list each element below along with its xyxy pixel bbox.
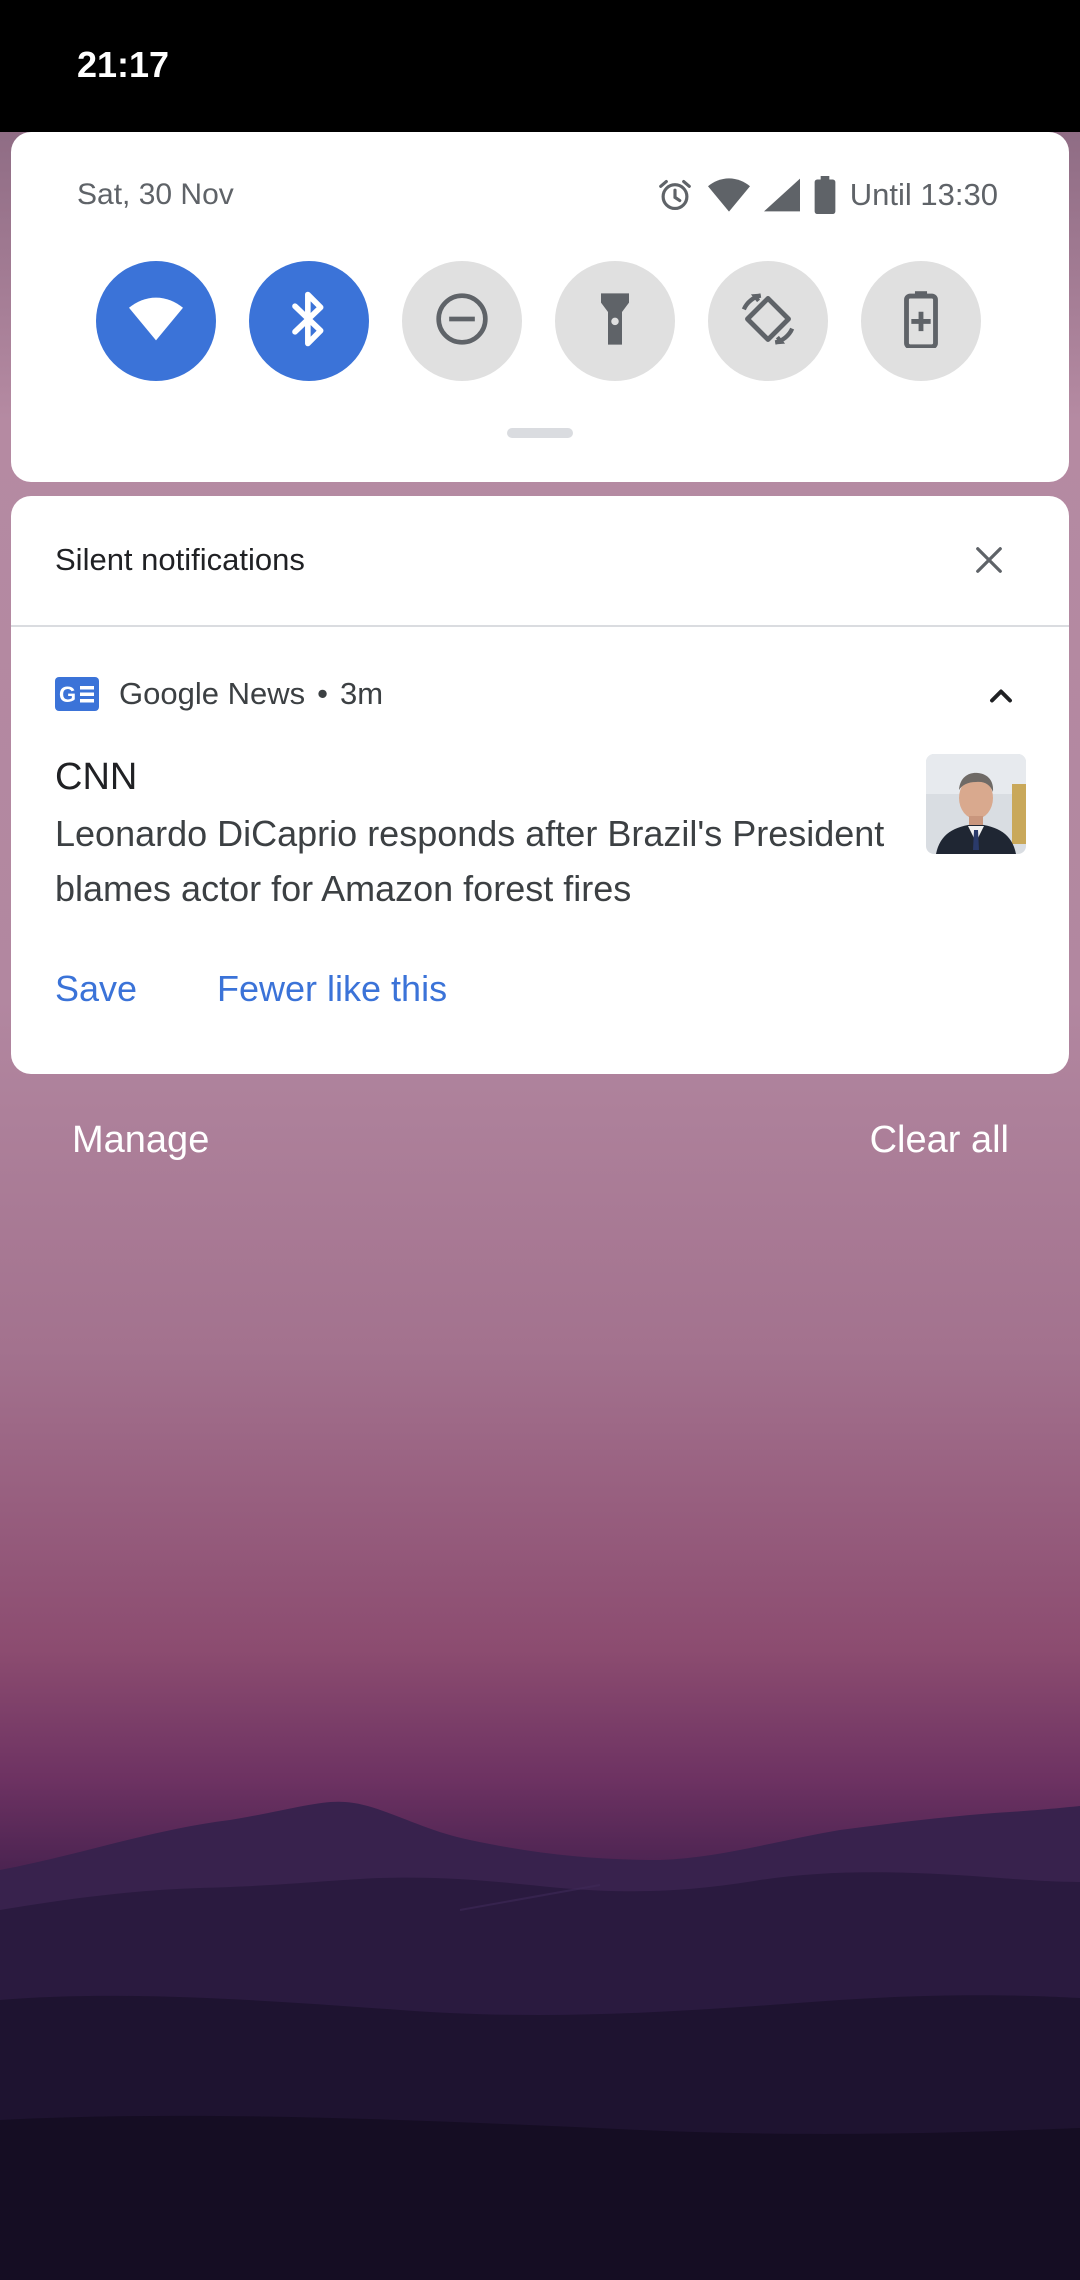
battery-icon (814, 176, 836, 214)
notification-time: 3m (339, 676, 384, 711)
auto-rotate-icon (739, 290, 797, 353)
status-time: 21:17 (77, 44, 170, 85)
silent-notifications-header: Silent notifications (11, 496, 1069, 627)
svg-text:G: G (59, 682, 76, 707)
dismiss-silent-button[interactable] (965, 538, 1013, 586)
portrait-image (926, 754, 1026, 854)
qs-tile-auto-rotate[interactable] (708, 261, 828, 381)
qs-status-icons: Until 13:30 (656, 176, 998, 214)
notification-separator: • (317, 676, 328, 711)
wifi-icon (129, 297, 183, 346)
status-bar: 21:17 (0, 0, 1080, 132)
silent-notifications-title: Silent notifications (55, 542, 305, 577)
flashlight-icon (598, 291, 632, 352)
battery-time-text: Until 13:30 (849, 177, 998, 212)
google-news-icon: G (55, 677, 99, 711)
clear-all-button[interactable]: Clear all (870, 1119, 1009, 1162)
fewer-like-this-button[interactable]: Fewer like this (217, 968, 447, 1010)
notification-app-name: Google News (119, 676, 306, 711)
notification-thumbnail (926, 754, 1026, 854)
notification-app-row: G Google News • 3m (55, 676, 383, 712)
notification-body[interactable]: Leonardo DiCaprio responds after Brazil'… (55, 806, 915, 916)
wallpaper-mountains (0, 1801, 1080, 2280)
qs-tile-battery-saver[interactable] (861, 261, 981, 381)
alarm-icon (656, 176, 694, 214)
qs-tile-bluetooth[interactable] (249, 261, 369, 381)
do-not-disturb-icon (434, 291, 490, 352)
cellular-signal-icon (763, 178, 800, 212)
quick-settings-panel: Sat, 30 Nov Until 13:30 (11, 132, 1069, 482)
battery-saver-icon (903, 290, 939, 353)
qs-tile-do-not-disturb[interactable] (402, 261, 522, 381)
notifications-card: Silent notifications G Google News • 3m (11, 496, 1069, 1074)
qs-tile-flashlight[interactable] (555, 261, 675, 381)
notification-title[interactable]: CNN (55, 756, 137, 799)
bluetooth-icon (289, 291, 329, 352)
close-icon (974, 545, 1004, 580)
save-action-button[interactable]: Save (55, 968, 137, 1010)
wifi-status-icon (707, 178, 750, 212)
qs-date[interactable]: Sat, 30 Nov (77, 178, 234, 212)
qs-drag-handle[interactable] (507, 428, 573, 438)
qs-tile-wifi[interactable] (96, 261, 216, 381)
chevron-up-icon (983, 689, 1019, 714)
collapse-notification-button[interactable] (983, 682, 1019, 710)
qs-tiles (96, 261, 981, 381)
manage-button[interactable]: Manage (72, 1119, 209, 1162)
